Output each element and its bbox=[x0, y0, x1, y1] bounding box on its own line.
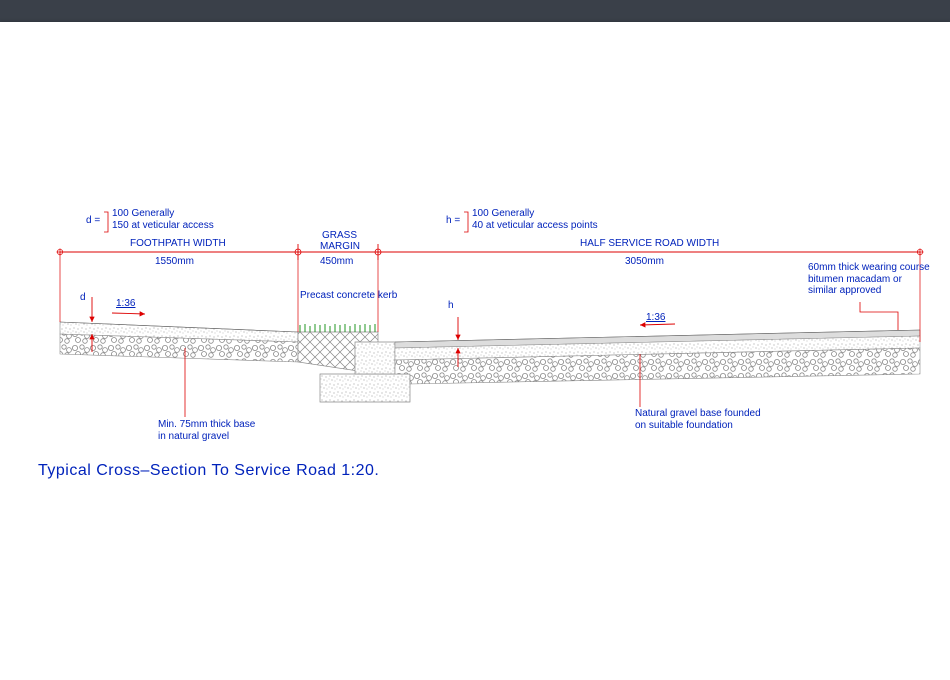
footpath-label: FOOTHPATH WIDTH bbox=[130, 238, 226, 250]
drawing-title: Typical Cross–Section To Service Road 1:… bbox=[38, 462, 379, 480]
d-line2: 150 at veticular access bbox=[112, 220, 214, 232]
wearing-note: 60mm thick wearing course bitumen macada… bbox=[808, 262, 930, 297]
grass-icon bbox=[300, 324, 375, 332]
drawing-canvas bbox=[0, 22, 950, 680]
base-note: Min. 75mm thick base in natural gravel bbox=[158, 419, 255, 442]
d-dim-label: d bbox=[80, 292, 86, 304]
kerb-haunch bbox=[355, 342, 395, 374]
h-dim-label: h bbox=[448, 300, 454, 312]
grass-label2: MARGIN bbox=[320, 241, 360, 253]
h-var-label: h = bbox=[446, 215, 460, 227]
half-road-value: 3050mm bbox=[625, 256, 664, 268]
half-road-label: HALF SERVICE ROAD WIDTH bbox=[580, 238, 719, 250]
grass-label1: GRASS bbox=[322, 230, 357, 242]
grass-value: 450mm bbox=[320, 256, 353, 268]
footpath-value: 1550mm bbox=[155, 256, 194, 268]
h-bracket bbox=[464, 212, 468, 232]
drawing-page: d = 100 Generally 150 at veticular acces… bbox=[0, 22, 950, 680]
d-bracket bbox=[104, 212, 108, 232]
h-line2: 40 at veticular access points bbox=[472, 220, 598, 232]
slope-left-label: 1:36 bbox=[116, 298, 135, 310]
d-var-label: d = bbox=[86, 215, 100, 227]
kerb-note: Precast concrete kerb bbox=[300, 290, 397, 302]
leader-wearing-note bbox=[860, 302, 898, 330]
slope-arrow-right bbox=[640, 324, 675, 325]
slope-arrow-left bbox=[112, 313, 145, 314]
gravel-note: Natural gravel base founded on suitable … bbox=[635, 408, 761, 431]
kerb-foundation bbox=[320, 374, 410, 402]
d-line1: 100 Generally bbox=[112, 208, 174, 220]
h-line1: 100 Generally bbox=[472, 208, 534, 220]
slope-right-label: 1:36 bbox=[646, 312, 665, 324]
